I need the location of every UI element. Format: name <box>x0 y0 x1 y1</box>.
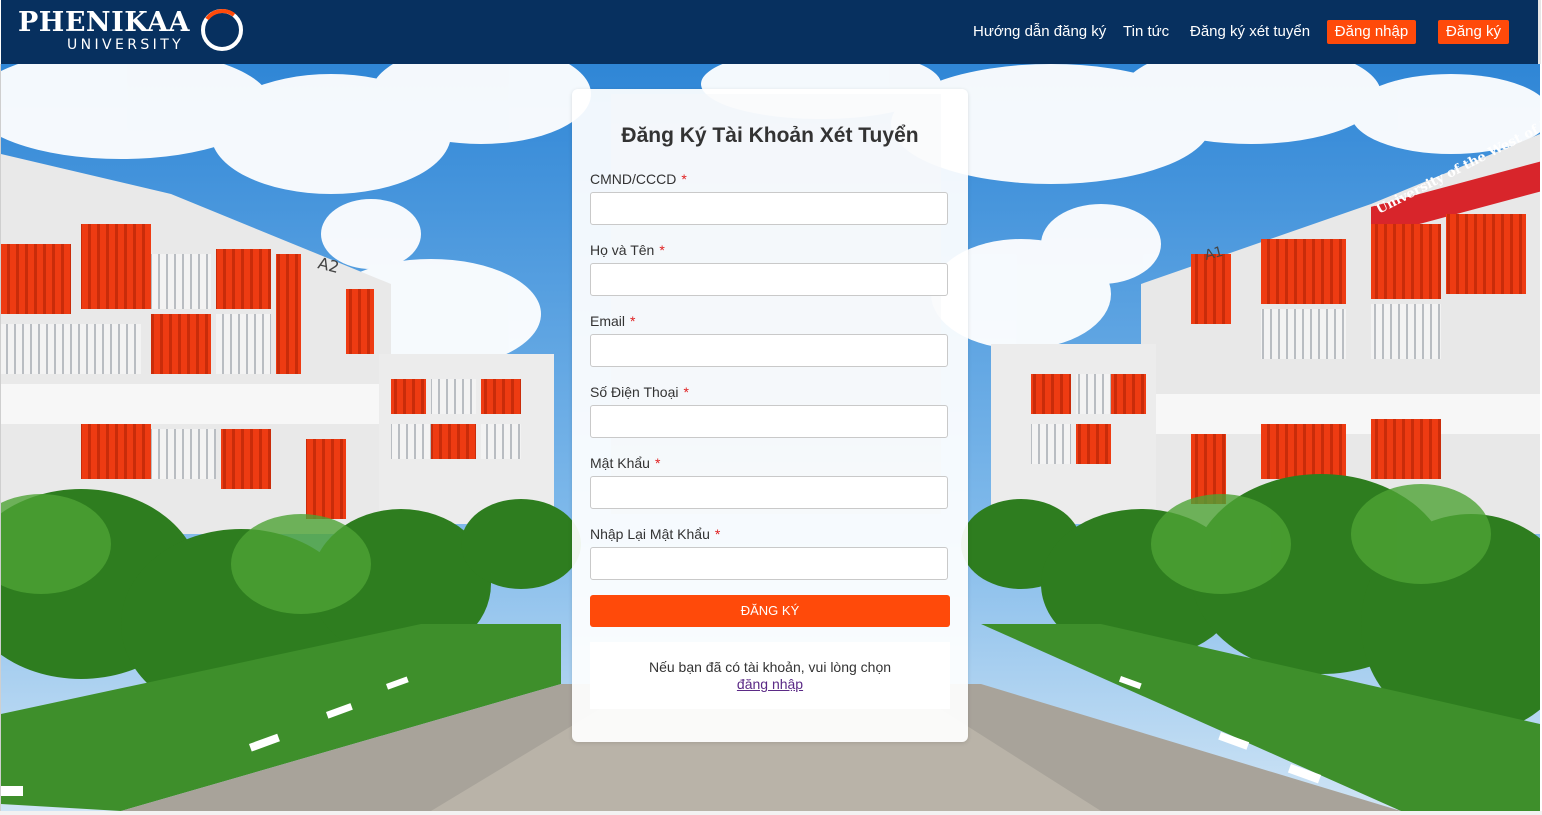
required-mark: * <box>659 242 665 258</box>
email-input[interactable] <box>590 334 948 367</box>
top-navbar: PHENIKAA UNIVERSITY Hướng dẫn đăng ký Ti… <box>1 0 1541 64</box>
nav-link-news[interactable]: Tin tức <box>1123 23 1169 41</box>
register-card: Đăng Ký Tài Khoản Xét Tuyển CMND/CCCD * H… <box>572 89 968 742</box>
register-button[interactable]: Đăng ký <box>1438 20 1509 44</box>
label-phone-text: Số Điện Thoại <box>590 384 679 400</box>
login-link[interactable]: đăng nhập <box>590 676 950 692</box>
label-phone: Số Điện Thoại * <box>590 384 689 401</box>
label-id-number-text: CMND/CCCD <box>590 171 677 187</box>
logo-wordmark: PHENIKAA <box>18 7 190 38</box>
nav-link-apply[interactable]: Đăng ký xét tuyển <box>1190 23 1310 41</box>
login-button[interactable]: Đăng nhập <box>1327 20 1416 44</box>
label-full-name: Họ và Tên * <box>590 242 665 259</box>
label-password-text: Mật Khẩu <box>590 455 650 471</box>
nav-link-guide[interactable]: Hướng dẫn đăng ký <box>973 23 1106 41</box>
id-number-input[interactable] <box>590 192 948 225</box>
page-bottom-edge <box>0 811 1542 815</box>
required-mark: * <box>630 313 636 329</box>
login-prompt-text: Nếu bạn đã có tài khoản, vui lòng chọn <box>648 659 892 675</box>
required-mark: * <box>683 384 689 400</box>
label-full-name-text: Họ và Tên <box>590 242 655 258</box>
logo-subtitle: UNIVERSITY <box>67 37 185 53</box>
phenikaa-logo[interactable]: PHENIKAA UNIVERSITY <box>18 6 248 56</box>
phone-input[interactable] <box>590 405 948 438</box>
label-email-text: Email <box>590 313 626 329</box>
label-confirm-password-text: Nhập Lại Mật Khẩu <box>590 526 710 542</box>
required-mark: * <box>681 171 687 187</box>
required-mark: * <box>714 526 721 542</box>
password-input[interactable] <box>590 476 948 509</box>
label-id-number: CMND/CCCD * <box>590 171 687 188</box>
login-prompt-box: Nếu bạn đã có tài khoản, vui lòng chọn đ… <box>590 642 950 709</box>
confirm-password-input[interactable] <box>590 547 948 580</box>
full-name-input[interactable] <box>590 263 948 296</box>
label-email: Email * <box>590 313 635 330</box>
register-title: Đăng Ký Tài Khoản Xét Tuyển <box>621 124 919 147</box>
label-confirm-password: Nhập Lại Mật Khẩu * <box>590 526 720 543</box>
required-mark: * <box>654 455 661 471</box>
label-password: Mật Khẩu * <box>590 455 660 472</box>
logo-ring-icon <box>201 9 243 51</box>
register-submit-button[interactable]: ĐĂNG KÝ <box>590 595 950 627</box>
